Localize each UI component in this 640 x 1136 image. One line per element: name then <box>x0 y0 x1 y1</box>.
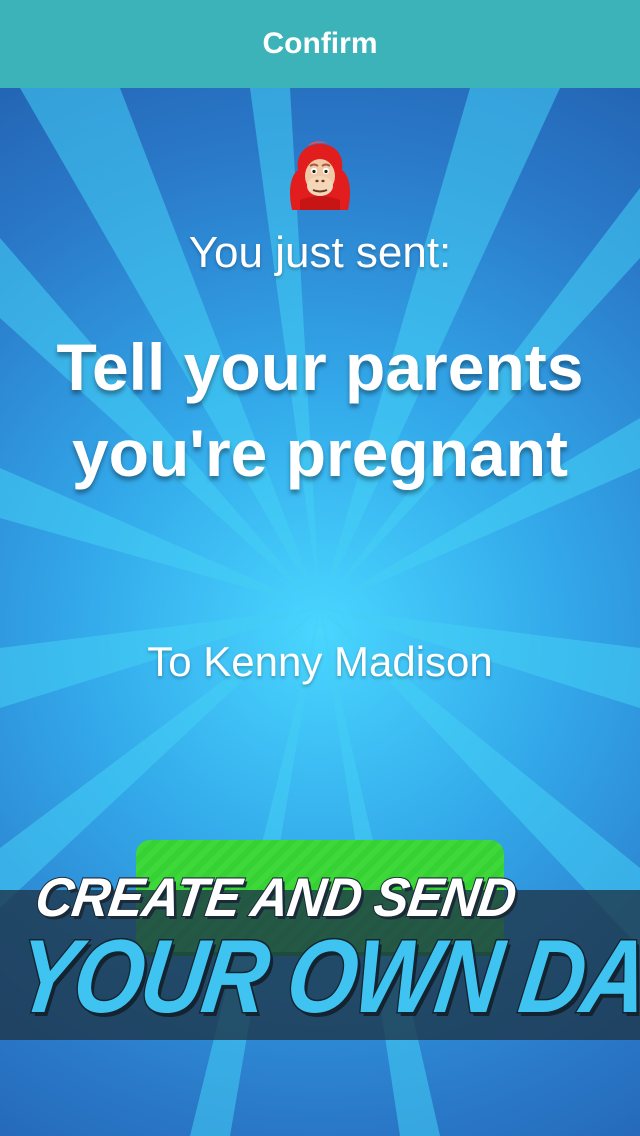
red-gorilla-avatar-icon <box>290 141 350 210</box>
recipient-label: To Kenny Madison <box>147 638 493 685</box>
navbar-title: Confirm <box>262 27 378 60</box>
promo-line-2: YOUR OWN DARES! <box>8 918 640 1037</box>
navbar: Confirm <box>0 0 640 88</box>
sent-label: You just sent: <box>188 228 452 277</box>
dare-text: Tell your parents you're pregnant <box>56 330 584 490</box>
